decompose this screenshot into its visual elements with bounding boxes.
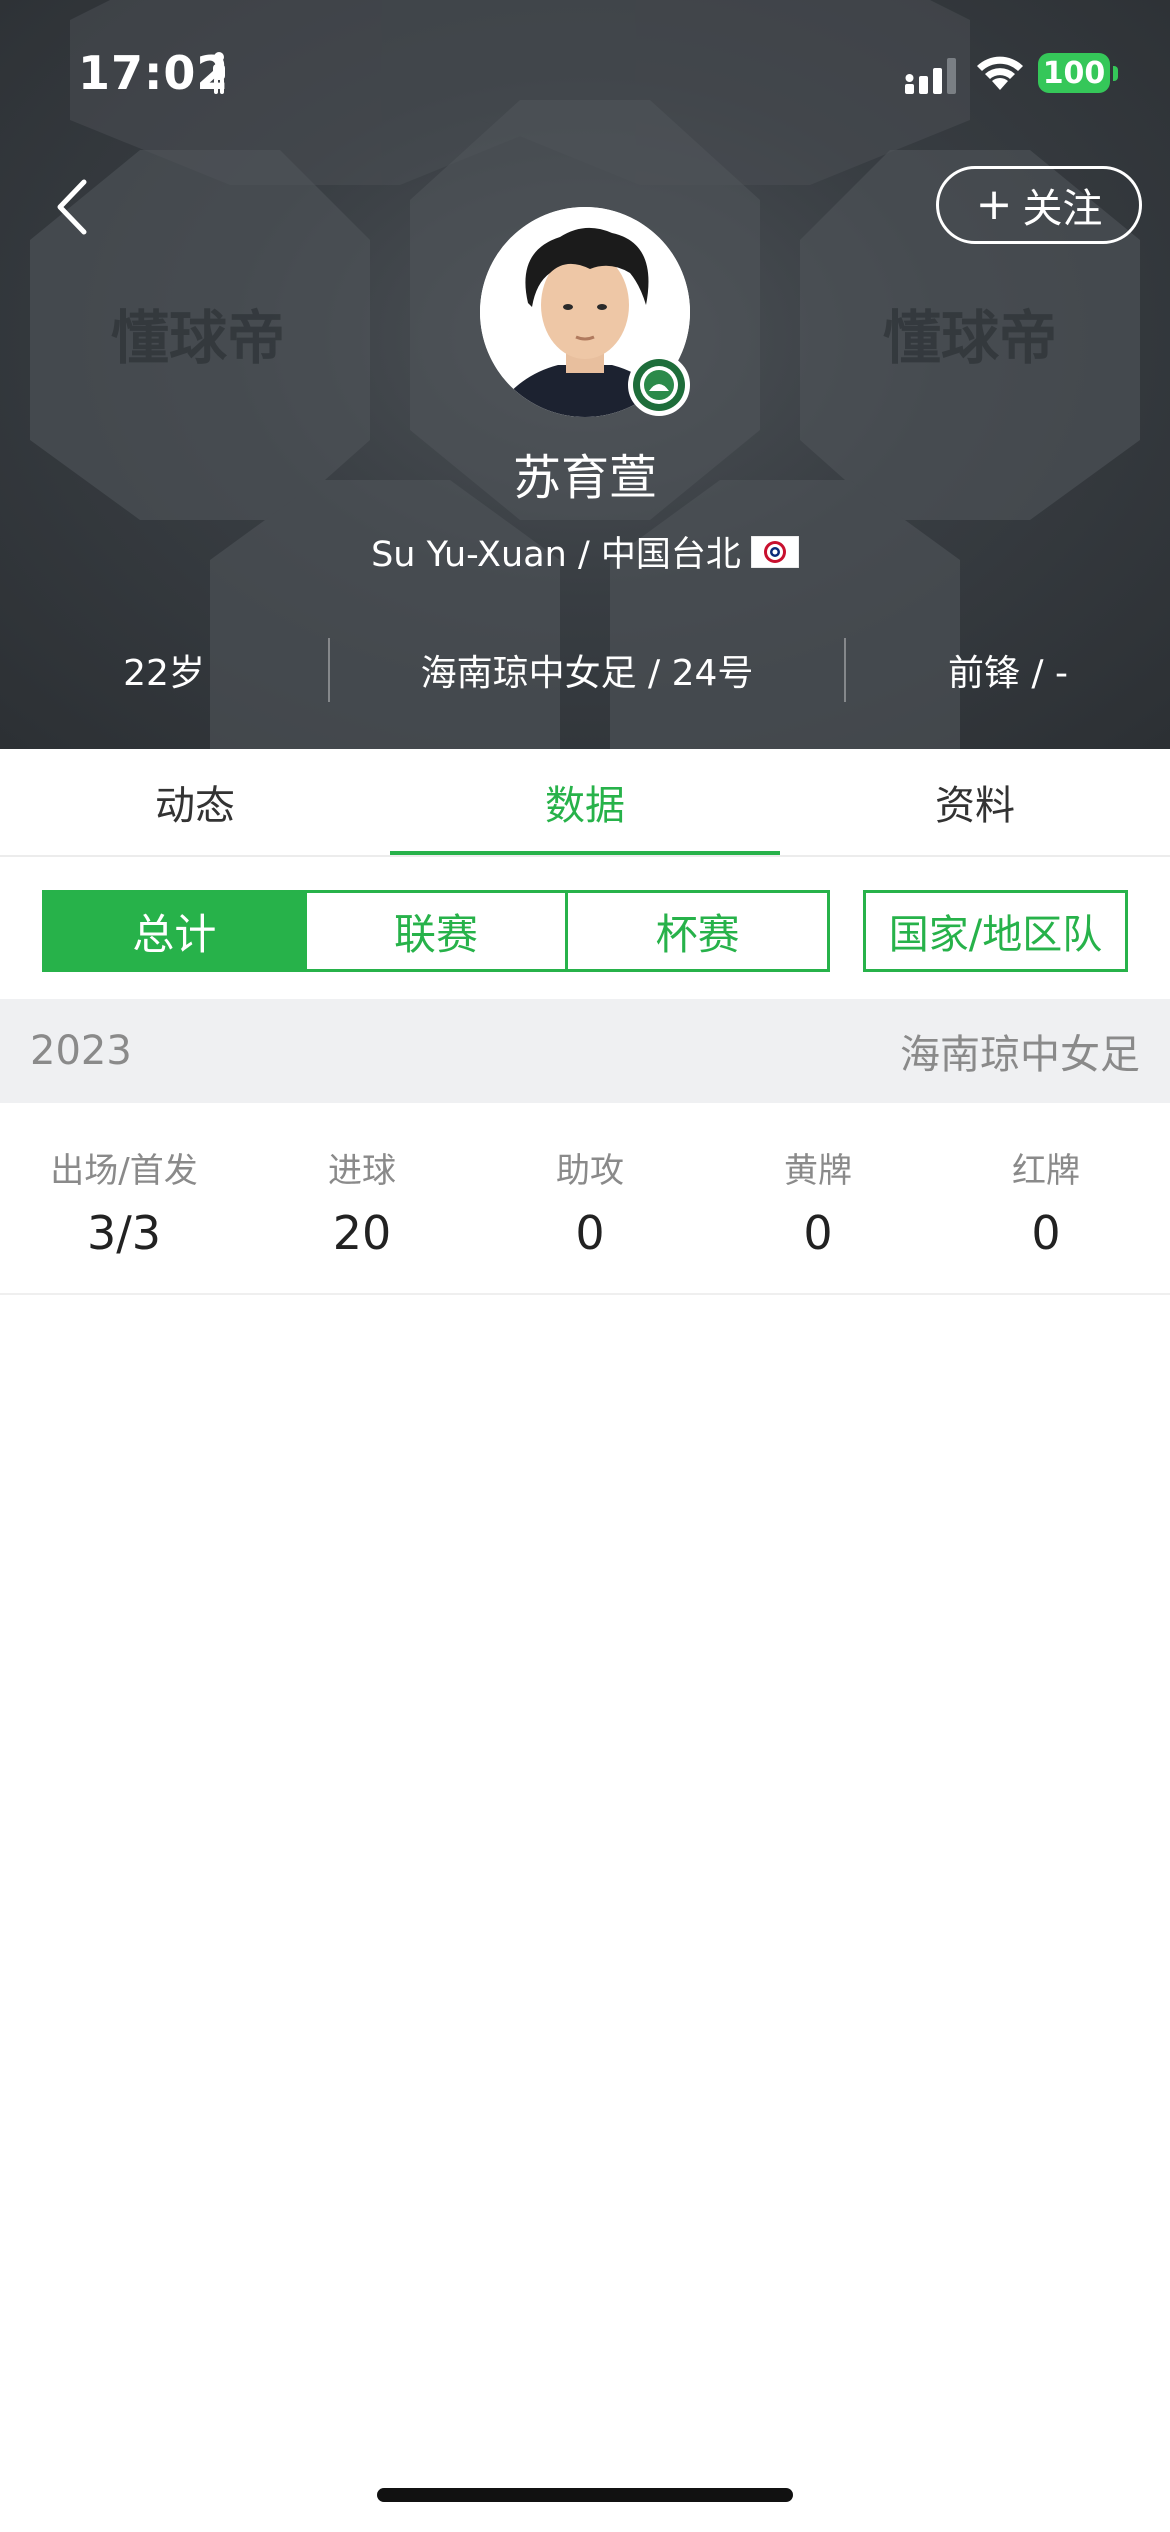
season-header: 2023 海南琼中女足 (0, 999, 1170, 1103)
cellular-signal-icon (905, 58, 956, 94)
stat-value: 0 (575, 1206, 605, 1260)
player-age: 22岁 (123, 653, 205, 694)
stat-goals: 进球 20 (248, 1103, 476, 1293)
player-subtitle: Su Yu-Xuan / 中国台北 (0, 526, 1170, 577)
follow-label: 关注 (1022, 186, 1103, 232)
watermark-left: 懂球帝 (111, 304, 285, 372)
chevron-left-icon (57, 179, 87, 235)
stat-yellow-cards: 黄牌 0 (704, 1103, 932, 1293)
competition-filter: 总计 联赛 杯赛 (42, 890, 830, 972)
follow-button[interactable]: + 关注 (936, 166, 1142, 244)
wifi-icon (977, 56, 1023, 90)
player-info-row: 22岁 海南琼中女足 / 24号 前锋 / - (0, 630, 1170, 710)
flag-icon (750, 535, 799, 568)
season-year: 2023 (30, 1028, 132, 1074)
home-indicator[interactable] (377, 2488, 793, 2502)
player-header: 懂球帝 懂球帝 17:02 100 + 关注 苏育萱 Su Yu-Xuan / … (0, 0, 1170, 749)
filter-total[interactable]: 总计 (45, 893, 307, 969)
stat-label: 出场/首发 (50, 1151, 198, 1191)
stat-value: 20 (332, 1206, 392, 1260)
stat-label: 红牌 (1012, 1151, 1080, 1191)
plus-icon: + (975, 179, 1013, 230)
battery-indicator: 100 (1038, 53, 1110, 93)
stat-red-cards: 红牌 0 (932, 1103, 1160, 1293)
stat-label: 黄牌 (784, 1151, 852, 1191)
stat-value: 3/3 (86, 1206, 162, 1260)
watermark-right: 懂球帝 (883, 304, 1057, 372)
stat-appearances: 出场/首发 3/3 (0, 1103, 248, 1293)
stat-value: 0 (803, 1206, 833, 1260)
status-time: 17:02 (78, 46, 230, 100)
filter-cup[interactable]: 杯赛 (568, 893, 827, 969)
stat-label: 进球 (328, 1151, 396, 1191)
season-team: 海南琼中女足 (900, 1032, 1140, 1078)
tab-profile[interactable]: 资料 (780, 749, 1170, 855)
club-badge-icon (628, 354, 690, 416)
battery-nub (1113, 66, 1118, 81)
stat-label: 助攻 (556, 1151, 624, 1191)
player-name: 苏育萱 (512, 450, 657, 506)
stat-assists: 助攻 0 (476, 1103, 704, 1293)
player-name-en: Su Yu-Xuan / 中国台北 (371, 535, 741, 575)
tab-data[interactable]: 数据 (390, 749, 780, 855)
filter-league[interactable]: 联赛 (307, 893, 569, 969)
stats-row: 出场/首发 3/3 进球 20 助攻 0 黄牌 0 红牌 0 (0, 1103, 1170, 1295)
player-club-number: 海南琼中女足 / 24号 (420, 653, 754, 694)
main-tabs: 动态 数据 资料 (0, 749, 1170, 857)
stat-value: 0 (1031, 1206, 1061, 1260)
person-walking-icon (213, 52, 225, 94)
filter-national-team[interactable]: 国家/地区队 (863, 890, 1128, 972)
tab-feed[interactable]: 动态 (0, 749, 390, 855)
player-position: 前锋 / - (947, 653, 1068, 694)
back-button[interactable] (48, 172, 98, 242)
